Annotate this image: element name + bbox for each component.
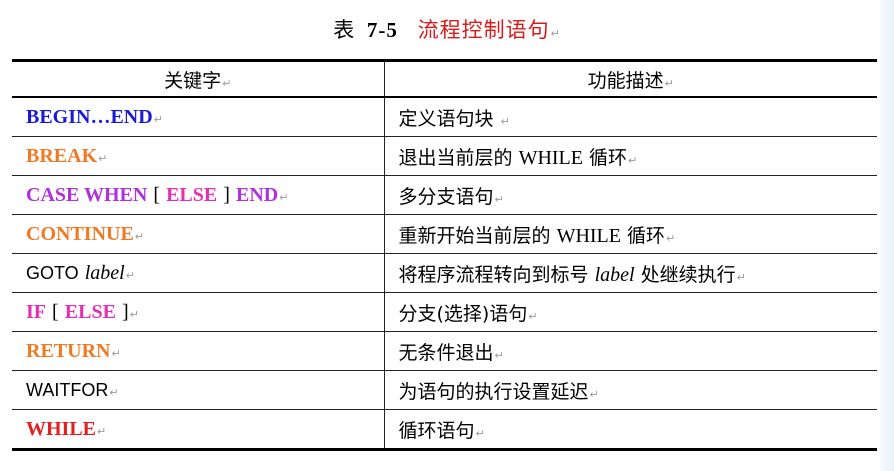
- paragraph-mark-icon: ↵: [666, 231, 676, 245]
- paragraph-mark-icon: ↵: [475, 426, 485, 440]
- keyword-cell: RETURN↵: [12, 331, 385, 371]
- description-cell: 多分支语句↵: [383, 175, 877, 215]
- description-cell: 分支(选择)语句↵: [383, 292, 877, 332]
- keyword-cell: CONTINUE↵: [12, 214, 385, 254]
- description-cell: 退出当前层的 WHILE 循环↵: [383, 136, 877, 176]
- description-label: label: [594, 263, 635, 286]
- paragraph-mark-icon: ↵: [134, 229, 145, 243]
- description-text: 定义语句块: [398, 107, 494, 130]
- table-row: WAITFOR↵ 为语句的执行设置延迟↵: [12, 370, 877, 410]
- description-text: 将程序流程转向到标号: [398, 263, 589, 286]
- caption-number: 7-5: [366, 18, 398, 42]
- keyword-cell: GOTO label↵: [12, 253, 385, 293]
- description-keyword: WHILE: [556, 224, 621, 247]
- table-row: BREAK↵ 退出当前层的 WHILE 循环↵: [12, 136, 877, 176]
- description-text: 分支(选择)语句: [398, 302, 528, 325]
- table-caption: 表 7-5 流程控制语句↵: [0, 14, 894, 44]
- paragraph-mark-icon: ↵: [129, 307, 139, 321]
- caption-label: 表: [333, 18, 356, 42]
- description-text: 处继续执行: [640, 263, 736, 286]
- paragraph-mark-icon: ↵: [125, 268, 135, 282]
- header-description: 功能描述↵: [383, 59, 877, 98]
- table-row: WHILE↵ 循环语句↵: [12, 409, 877, 451]
- description-cell: 重新开始当前层的 WHILE 循环↵: [383, 214, 877, 254]
- paragraph-mark-icon: ↵: [111, 346, 121, 360]
- description-cell: 定义语句块 ↵: [383, 96, 877, 137]
- keyword-text: GOTO: [26, 262, 79, 283]
- paragraph-mark-icon: ↵: [98, 151, 108, 165]
- table-row: GOTO label↵ 将程序流程转向到标号 label 处继续执行↵: [12, 253, 877, 293]
- keyword-text: CONTINUE: [26, 222, 134, 245]
- keyword-text: BREAK: [26, 144, 98, 167]
- paragraph-mark-icon: ↵: [97, 424, 107, 438]
- paragraph-mark-icon: ↵: [550, 27, 561, 40]
- bracket-close: ]: [223, 183, 230, 206]
- paragraph-mark-icon: ↵: [153, 112, 163, 126]
- header-keyword-label: 关键字: [164, 69, 222, 92]
- keyword-cell: CASE WHEN [ ELSE ] END↵: [12, 175, 385, 215]
- keyword-cell: BEGIN…END↵: [12, 96, 385, 137]
- description-text: 为语句的执行设置延迟: [398, 380, 589, 403]
- description-text: 循环: [627, 224, 666, 247]
- bracket-open: [: [153, 183, 161, 206]
- paragraph-mark-icon: ↵: [279, 190, 289, 204]
- paragraph-mark-icon: ↵: [589, 387, 599, 401]
- description-cell: 将程序流程转向到标号 label 处继续执行↵: [383, 253, 877, 293]
- paragraph-mark-icon: ↵: [664, 76, 674, 90]
- description-text: 循环: [589, 146, 628, 169]
- paragraph-mark-icon: ↵: [109, 386, 119, 399]
- paragraph-mark-icon: ↵: [736, 270, 746, 284]
- keyword-cell: BREAK↵: [12, 136, 385, 176]
- keyword-text: RETURN: [26, 339, 111, 362]
- paragraph-mark-icon: ↵: [628, 153, 638, 167]
- keyword-text: IF: [26, 300, 46, 323]
- control-flow-table: 关键字↵ 功能描述↵ BEGIN…END↵ 定义语句块 ↵ BREAK↵ 退出当…: [12, 59, 877, 451]
- description-cell: 无条件退出↵: [383, 331, 877, 371]
- paragraph-mark-icon: ↵: [494, 192, 504, 206]
- keyword-cell: WHILE↵: [12, 409, 385, 451]
- keyword-label-text: label: [84, 261, 125, 284]
- keyword-text: BEGIN…END: [26, 105, 153, 128]
- caption-title: 流程控制语句: [417, 18, 550, 42]
- header-description-label: 功能描述: [587, 69, 664, 92]
- table-row: BEGIN…END↵ 定义语句块 ↵: [12, 96, 877, 137]
- description-keyword: WHILE: [518, 146, 583, 169]
- keyword-text: WAITFOR: [26, 380, 109, 400]
- description-text: 退出当前层的: [398, 146, 513, 169]
- keyword-cell: WAITFOR↵: [12, 370, 385, 410]
- table-row: CASE WHEN [ ELSE ] END↵ 多分支语句↵: [12, 175, 877, 215]
- table-row: RETURN↵ 无条件退出↵: [12, 331, 877, 371]
- description-cell: 循环语句↵: [383, 409, 877, 451]
- paragraph-mark-icon: ↵: [528, 309, 538, 323]
- keyword-text: CASE WHEN: [26, 183, 148, 206]
- description-text: 循环语句: [398, 419, 475, 442]
- paragraph-mark-icon: ↵: [500, 114, 510, 128]
- keyword-text: ELSE: [166, 183, 218, 206]
- table-row: IF [ ELSE ]↵ 分支(选择)语句↵: [12, 292, 877, 332]
- keyword-cell: IF [ ELSE ]↵: [12, 292, 385, 332]
- description-text: 重新开始当前层的: [398, 224, 551, 247]
- keyword-text: WHILE: [26, 417, 97, 440]
- paragraph-mark-icon: ↵: [222, 76, 232, 90]
- header-keyword: 关键字↵: [12, 59, 385, 98]
- description-text: 无条件退出: [398, 341, 494, 364]
- window-edge: [880, 0, 894, 471]
- keyword-text: END: [236, 183, 279, 206]
- bracket-open: [: [52, 300, 59, 323]
- bracket-close: ]: [121, 300, 129, 323]
- description-cell: 为语句的执行设置延迟↵: [383, 370, 877, 410]
- keyword-text: ELSE: [64, 300, 116, 323]
- description-text: 多分支语句: [398, 185, 494, 208]
- table-header-row: 关键字↵ 功能描述↵: [12, 59, 877, 98]
- paragraph-mark-icon: ↵: [494, 348, 504, 362]
- table-row: CONTINUE↵ 重新开始当前层的 WHILE 循环↵: [12, 214, 877, 254]
